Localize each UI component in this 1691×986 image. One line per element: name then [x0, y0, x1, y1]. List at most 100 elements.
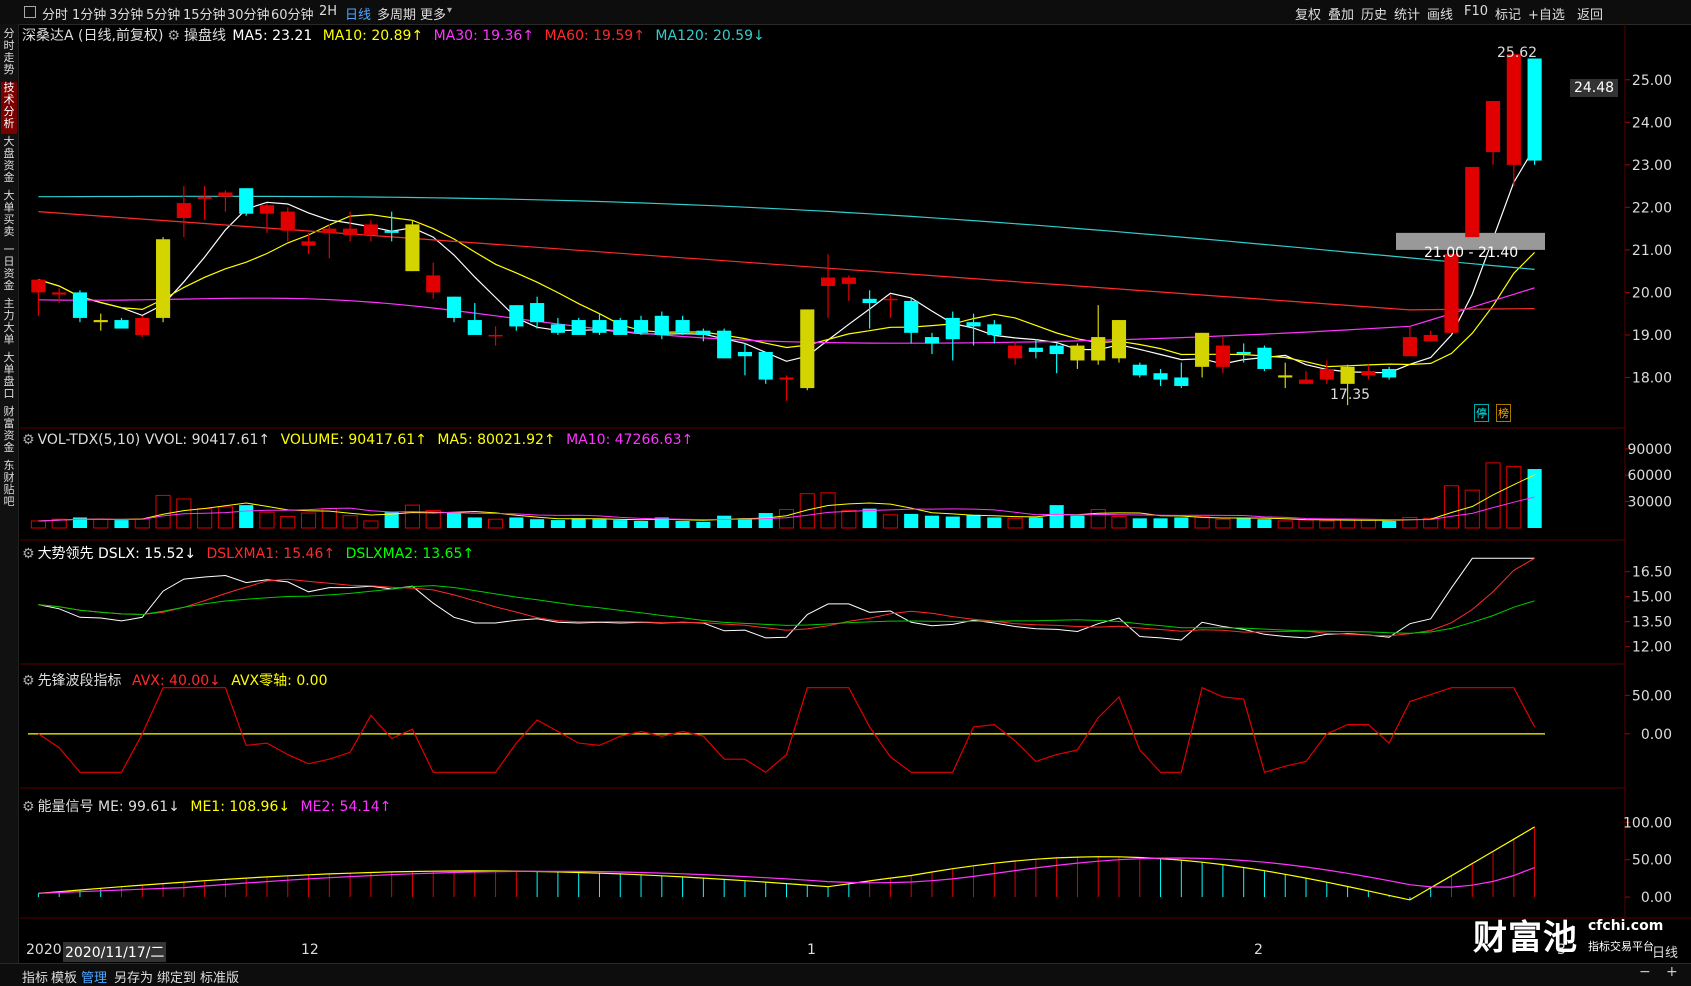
- volume-bar: [1194, 516, 1210, 529]
- candle-body: [717, 330, 732, 359]
- candle-body: [426, 275, 441, 293]
- volume-bar: [1028, 517, 1043, 528]
- candle-body: [1215, 345, 1230, 367]
- me1-value: ME1: 108.96↓: [190, 799, 291, 815]
- volume-bar: [758, 513, 773, 528]
- volume-bar: [1236, 518, 1251, 528]
- me-tick-label: 0.00: [1641, 890, 1672, 906]
- candle-body: [571, 320, 586, 335]
- volume-bar: [114, 520, 129, 528]
- candle-body: [467, 320, 482, 335]
- volume-bar: [799, 493, 815, 529]
- volume-bar: [1298, 519, 1314, 529]
- volume-bar: [550, 520, 565, 528]
- tab-manage[interactable]: 管理: [81, 967, 107, 986]
- dslx-ma2-line: [38, 585, 1535, 634]
- settings-gear-icon[interactable]: ⚙: [22, 432, 35, 448]
- settings-gear-icon[interactable]: ⚙: [22, 546, 35, 562]
- dslx-ma2: DSLXMA2: 13.65↑: [345, 546, 475, 562]
- vol-legend: ⚙ VOL-TDX(5,10) VVOL: 90417.61↑ VOLUME: 9…: [22, 432, 699, 448]
- candle-body: [322, 228, 337, 233]
- date-tick-2: 2: [1254, 942, 1263, 958]
- zoom-out-icon[interactable]: −: [1639, 964, 1651, 980]
- volume-bar: [259, 511, 275, 529]
- vol-ma10: MA10: 47266.63↑: [566, 432, 694, 448]
- volume-bar: [1132, 518, 1147, 528]
- candle-body: [592, 320, 607, 333]
- limit-badge[interactable]: 停: [1474, 404, 1489, 422]
- bottom-toolbar: 指标 模板 管理 另存为 绑定到 标准版 − +: [0, 963, 1691, 986]
- volume-bar: [1215, 518, 1231, 529]
- candle-body: [904, 300, 919, 333]
- volume-bar: [1402, 516, 1418, 529]
- volume-bar: [841, 509, 857, 529]
- candle-body: [301, 241, 316, 246]
- volume-bar: [1506, 465, 1522, 529]
- candle-body: [114, 320, 129, 329]
- volume-bar: [488, 518, 504, 529]
- tab-template[interactable]: 模板: [51, 967, 77, 986]
- candle-body: [384, 230, 399, 233]
- candle-body: [1174, 377, 1189, 386]
- candle-body: [841, 277, 856, 284]
- tab-save-as[interactable]: 另存为: [114, 967, 153, 986]
- candle-body: [1444, 254, 1459, 333]
- candle-body: [405, 224, 420, 272]
- candle-body: [239, 188, 254, 214]
- candle-body: [1153, 373, 1168, 380]
- cursor-date: 2020/11/17/二: [63, 942, 167, 962]
- candle-body: [1527, 58, 1542, 161]
- volume-bar: [197, 508, 213, 529]
- volume-bar: [239, 505, 254, 528]
- tab-bind-to[interactable]: 绑定到: [157, 967, 196, 986]
- candle-body: [1236, 351, 1251, 355]
- candle-body: [52, 292, 67, 295]
- watermark-site: cfchi.com: [1588, 918, 1664, 934]
- candle-body: [675, 320, 690, 333]
- vol-ma10-line: [38, 496, 1535, 522]
- price-tick-label: 19.00: [1632, 328, 1672, 344]
- ma5-value: MA5: 23.21: [232, 28, 313, 44]
- chart-canvas[interactable]: 25.0024.0023.0022.0021.0020.0019.0018.00…: [0, 0, 1691, 985]
- tab-standard[interactable]: 标准版: [200, 967, 239, 986]
- candle-body: [1132, 364, 1147, 376]
- volume-bar: [446, 512, 462, 528]
- volume-bar: [404, 504, 421, 529]
- price-tick-label: 23.00: [1632, 158, 1672, 174]
- candle-body: [779, 377, 794, 380]
- price-tick-label: 22.00: [1632, 200, 1672, 216]
- candle-body: [1298, 379, 1314, 384]
- ma60-value: MA60: 19.59↑: [544, 28, 645, 44]
- volume-bar: [217, 506, 233, 529]
- candle-body: [1402, 337, 1417, 357]
- volume-bar: [696, 521, 711, 528]
- candle-body: [696, 330, 711, 335]
- volume-bar: [882, 514, 898, 529]
- volume-bar: [280, 516, 296, 529]
- volume-bar: [613, 520, 628, 528]
- avx-tick-label: 50.00: [1632, 688, 1672, 704]
- volume-bar: [363, 520, 379, 529]
- settings-gear-icon[interactable]: ⚙: [22, 799, 35, 815]
- rank-badge[interactable]: 榜: [1496, 404, 1511, 422]
- settings-gear-icon[interactable]: ⚙: [167, 28, 180, 44]
- candle-body: [1465, 166, 1480, 238]
- candle-body: [93, 320, 108, 323]
- volume-bar: [1153, 518, 1168, 528]
- ma10-value: MA10: 20.89↑: [322, 28, 424, 44]
- stock-name: 深桑达A (日线,前复权): [22, 28, 164, 44]
- dslx-line: [38, 557, 1535, 641]
- me2-value: ME2: 54.14↑: [300, 799, 392, 815]
- candle-body: [363, 224, 378, 235]
- tab-indicator[interactable]: 指标: [22, 967, 48, 986]
- dslx-tick-label: 12.00: [1632, 640, 1672, 656]
- zoom-in-icon[interactable]: +: [1666, 964, 1678, 980]
- settings-gear-icon[interactable]: ⚙: [22, 673, 35, 689]
- candle-body: [1049, 345, 1064, 355]
- volume-bar: [1257, 519, 1272, 528]
- ma10-line: [38, 213, 1536, 368]
- candle-body: [156, 239, 171, 318]
- avx-zero: AVX零轴: 0.00: [231, 673, 328, 689]
- volume-bar: [1174, 517, 1189, 528]
- candle-body: [883, 298, 898, 301]
